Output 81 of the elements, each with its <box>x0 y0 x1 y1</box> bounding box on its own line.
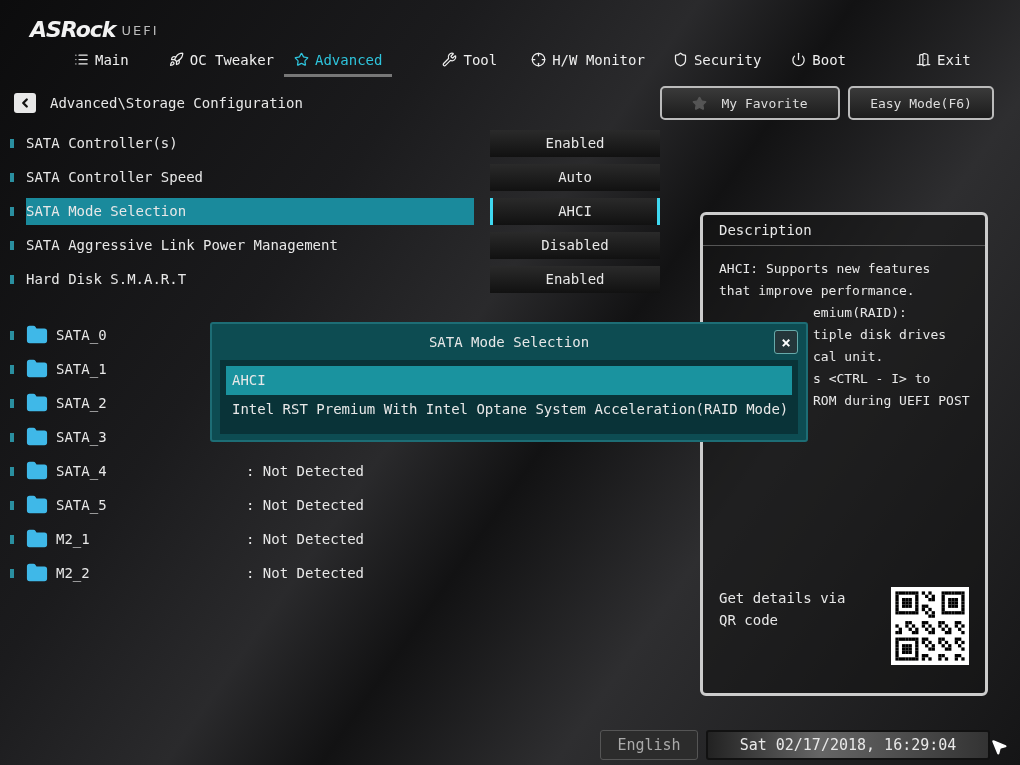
bullet-icon <box>10 364 14 374</box>
favorite-button[interactable]: My Favorite <box>660 86 840 120</box>
qr-code-icon <box>891 587 969 665</box>
drive-status: : Not Detected <box>246 463 364 479</box>
description-text: cal unit. <box>813 348 885 366</box>
drive-status: : Not Detected <box>246 531 364 547</box>
wrench-icon <box>442 52 458 67</box>
drive-name: SATA_4 <box>56 463 108 479</box>
dialog-option[interactable]: Intel RST Premium With Intel Optane System Acceleration(RAID Mode) <box>226 395 792 424</box>
folder-icon <box>26 460 48 482</box>
setting-label[interactable]: SATA Controller(s) <box>26 129 474 157</box>
back-button[interactable] <box>14 93 36 113</box>
folder-icon <box>26 528 48 550</box>
panel-title: Description <box>703 215 985 246</box>
bullet-icon <box>10 500 14 510</box>
bullet-icon <box>10 330 14 340</box>
nav-tab[interactable]: OC Tweaker <box>158 45 284 77</box>
bullet-icon <box>10 172 14 182</box>
drive-name: SATA_2 <box>56 395 108 411</box>
qr-caption: Get details via QR code <box>719 589 847 630</box>
list-icon <box>74 52 89 67</box>
star-icon <box>692 95 708 111</box>
setting-value[interactable]: Enabled <box>490 129 660 157</box>
logo-suffix: UEFI <box>121 23 159 40</box>
folder-icon <box>26 392 48 414</box>
drive-status: : Not Detected <box>246 497 364 513</box>
description-text: emium(RAID): <box>813 304 908 322</box>
shield-icon <box>672 52 688 67</box>
description-text: s <CTRL - I> to <box>813 370 932 388</box>
setting-value[interactable]: Auto <box>490 163 660 191</box>
bullet-icon <box>10 432 14 442</box>
description-text: ROM during UEFI POST <box>813 392 969 410</box>
setting-label[interactable]: Hard Disk S.M.A.R.T <box>26 265 474 293</box>
crosshair-icon <box>531 52 547 67</box>
drive-name: SATA_3 <box>56 429 108 445</box>
bullet-icon <box>10 568 14 578</box>
star-icon <box>294 52 309 67</box>
folder-icon <box>26 426 48 448</box>
bullet-icon <box>10 274 14 284</box>
nav-tab[interactable]: Advanced <box>284 45 393 77</box>
date-time: Sat 02/17/2018, 16:29:04 <box>706 730 990 760</box>
nav-tab[interactable]: H/W Monitor <box>521 45 655 77</box>
folder-icon <box>26 494 48 516</box>
bullet-icon <box>10 466 14 476</box>
bullet-icon <box>10 138 14 148</box>
setting-value[interactable]: Disabled <box>490 231 660 259</box>
nav-tab[interactable]: Exit <box>906 45 981 77</box>
setting-value[interactable]: AHCI <box>490 197 660 225</box>
folder-icon <box>26 358 48 380</box>
drive-name: SATA_1 <box>56 361 108 377</box>
drive-name: M2_1 <box>56 531 91 547</box>
setting-value[interactable]: Enabled <box>490 265 660 293</box>
description-text: that improve performance. <box>719 282 916 300</box>
bullet-icon <box>10 206 14 216</box>
bullet-icon <box>10 240 14 250</box>
door-icon <box>916 52 932 67</box>
folder-icon <box>26 562 48 584</box>
rocket-icon <box>168 52 184 67</box>
nav-tab[interactable]: Tool <box>432 45 508 77</box>
mode-button[interactable]: Easy Mode(F6) <box>848 86 994 120</box>
cursor-icon <box>990 738 1008 756</box>
nav-tab[interactable]: Security <box>662 45 772 77</box>
nav-tab[interactable]: Boot <box>781 45 857 77</box>
bullet-icon <box>10 534 14 544</box>
drive-name: SATA_5 <box>56 497 108 513</box>
folder-icon <box>26 324 48 346</box>
bullet-icon <box>10 398 14 408</box>
dialog-title: SATA Mode Selection <box>427 333 591 352</box>
language-button[interactable]: English <box>600 730 698 760</box>
drive-name: SATA_0 <box>56 327 108 343</box>
setting-label[interactable]: SATA Controller Speed <box>26 163 474 191</box>
breadcrumb: Advanced\Storage Configuration <box>50 95 303 111</box>
brand-logo: ASRock <box>30 17 116 42</box>
drive-name: M2_2 <box>56 565 91 581</box>
setting-label[interactable]: SATA Aggressive Link Power Management <box>26 231 474 259</box>
description-text: AHCI: Supports new features <box>719 260 932 278</box>
drive-status: : Not Detected <box>246 565 364 581</box>
description-text: tiple disk drives <box>813 326 948 344</box>
power-icon <box>791 52 807 67</box>
close-button[interactable]: × <box>774 330 798 354</box>
nav-tab[interactable]: Main <box>64 45 139 77</box>
